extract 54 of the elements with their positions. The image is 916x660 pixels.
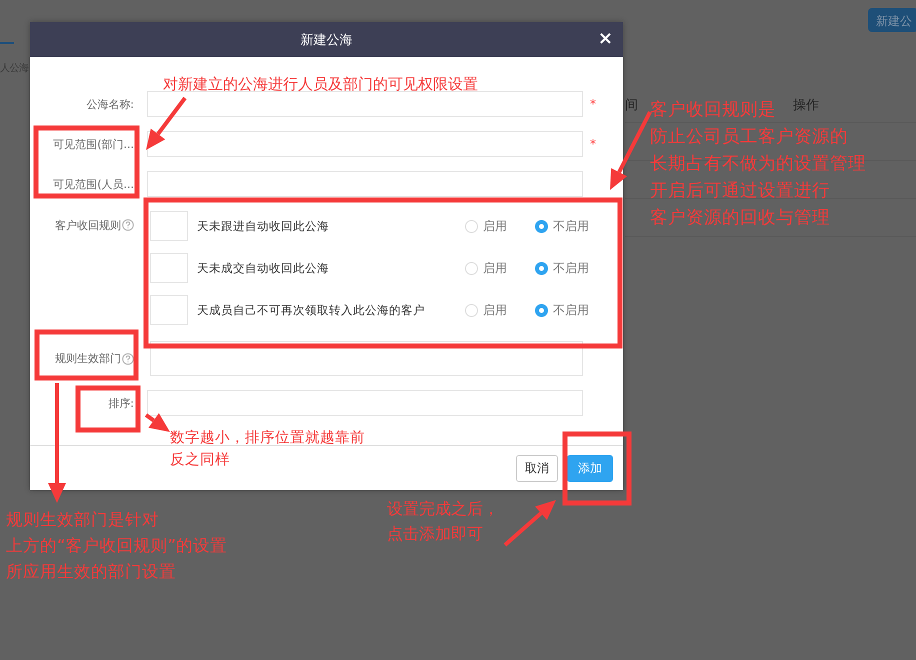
annotation-text: 对新建立的公海进行人员及部门的可见权限设置	[163, 75, 478, 94]
column-header: 间	[625, 97, 639, 114]
add-button[interactable]: 添加	[567, 454, 613, 482]
arrow	[144, 413, 170, 432]
field-label: 可见范围(人员...	[53, 176, 134, 192]
arrow	[504, 500, 556, 546]
input-field[interactable]	[147, 91, 583, 117]
number-field[interactable]	[150, 295, 188, 325]
field-label: 客户收回规则	[55, 218, 121, 232]
rule-text: 天未跟进自动收回此公海	[197, 218, 330, 234]
column-header: 操作	[793, 97, 819, 114]
radio-button[interactable]	[535, 220, 548, 232]
input-field[interactable]	[147, 171, 583, 197]
field-label: 公海名称:	[86, 96, 134, 112]
input-field[interactable]	[147, 131, 583, 157]
help-icon[interactable]	[122, 352, 134, 364]
required-mark: *	[590, 96, 596, 113]
option-label: 不启用	[553, 302, 589, 318]
annotation-text: 所应用生效的部门设置	[6, 561, 176, 583]
close-button[interactable]: ×	[598, 30, 613, 48]
annotation-text: 数字越小，排序位置就越靠前	[170, 428, 365, 448]
highlight-frame	[76, 386, 140, 432]
annotation-text: 客户收回规则是	[650, 99, 776, 122]
option-label: 启用	[483, 260, 507, 276]
radio-button[interactable]	[535, 304, 548, 316]
help-icon[interactable]	[122, 219, 134, 231]
number-field[interactable]	[150, 253, 188, 283]
field-label: 规则生效部门	[55, 351, 121, 366]
input-field[interactable]	[147, 390, 583, 416]
arrow	[146, 96, 187, 150]
field-label: 排序:	[108, 396, 134, 410]
option-label: 不启用	[553, 260, 589, 276]
tab-indicator	[0, 42, 14, 44]
annotation-text: 上方的“客户收回规则”的设置	[6, 535, 228, 557]
number-field[interactable]	[150, 211, 188, 241]
annotation-text: 开启后可通过设置进行	[650, 180, 830, 203]
option-label: 启用	[483, 218, 507, 234]
field-label: 可见范围(部门...	[53, 136, 134, 152]
new-button[interactable]: 新建公	[868, 8, 916, 32]
annotation-text: 防止公司员工客户资源的	[650, 126, 848, 149]
radio-button[interactable]	[535, 262, 548, 274]
rule-text: 天未成交自动收回此公海	[197, 260, 330, 276]
dialog-title: 新建公海	[300, 32, 352, 48]
option-label: 不启用	[553, 218, 589, 234]
option-label: 启用	[483, 302, 507, 318]
annotation-text: 规则生效部门是针对	[6, 509, 159, 531]
required-mark: *	[590, 136, 596, 153]
annotation-text: 反之同样	[170, 450, 230, 470]
annotation-text: 长期占有不做为的设置管理	[650, 153, 866, 176]
annotation-text: 点击添加即可	[387, 523, 483, 545]
rule-text: 天成员自己不可再次领取转入此公海的客户	[197, 302, 426, 318]
annotation-text: 客户资源的回收与管理	[650, 207, 830, 230]
annotation-text: 设置完成之后，	[387, 498, 499, 520]
cancel-button[interactable]: 取消	[516, 454, 558, 482]
